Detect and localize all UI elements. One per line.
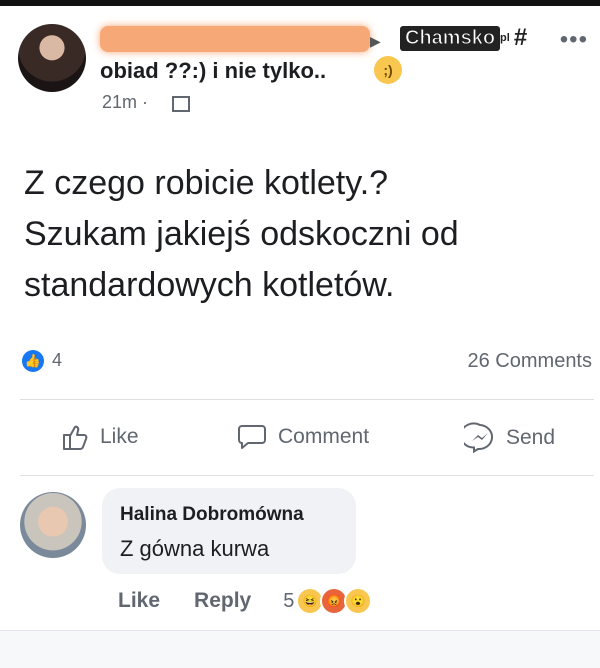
comment-reaction-count[interactable]: 5 bbox=[283, 590, 294, 613]
reaction-stats: 👍 4 26 Comments bbox=[22, 348, 592, 374]
comment-actions: Like Reply 5 😆 😡 😮 bbox=[118, 586, 373, 616]
group-name[interactable]: obiad ??:) i nie tylko.. bbox=[100, 58, 326, 84]
wink-emoji: ;) bbox=[374, 56, 402, 84]
comment-reply-button[interactable]: Reply bbox=[194, 589, 251, 613]
watermark-text: Chamsko bbox=[400, 25, 501, 51]
post-text-line: Z czego robicie kotlety.? bbox=[24, 164, 389, 202]
wow-reaction-icon: 😮 bbox=[344, 587, 373, 615]
like-label: Like bbox=[100, 425, 139, 448]
top-border bbox=[0, 0, 600, 6]
commenter-avatar[interactable] bbox=[20, 492, 86, 558]
divider bbox=[20, 475, 594, 476]
post-text-line: standardowych kotletów. bbox=[24, 266, 395, 304]
comment-icon bbox=[238, 425, 266, 449]
comment: Halina Dobromówna Z gówna kurwa Like Rep… bbox=[20, 488, 590, 628]
divider bbox=[20, 399, 594, 400]
bottom-bar bbox=[0, 630, 600, 668]
comment-bubble: Halina Dobromówna Z gówna kurwa bbox=[102, 488, 356, 574]
messenger-icon bbox=[464, 422, 493, 454]
redacted-poster-name bbox=[100, 26, 370, 52]
send-button[interactable]: Send bbox=[464, 422, 555, 454]
send-label: Send bbox=[506, 426, 556, 449]
watermark-logo: Chamsko pl # bbox=[394, 22, 533, 54]
commenter-name[interactable]: Halina Dobromówna bbox=[120, 504, 304, 526]
watermark-suffix: pl bbox=[500, 32, 510, 44]
post-text-line: Szukam jakiejś odskoczni od bbox=[24, 215, 459, 253]
comment-text: Z gówna kurwa bbox=[120, 536, 270, 561]
post-header: ▶ Chamsko pl # ••• obiad ??:) i nie tylk… bbox=[18, 18, 588, 118]
group-icon bbox=[172, 96, 190, 112]
comments-count[interactable]: 26 Comments bbox=[468, 350, 593, 373]
comment-like-button[interactable]: Like bbox=[118, 589, 160, 613]
like-icon bbox=[63, 425, 88, 450]
comment-label: Comment bbox=[278, 425, 370, 448]
poster-avatar[interactable] bbox=[18, 24, 86, 92]
like-count[interactable]: 4 bbox=[52, 350, 62, 371]
arrow-right-icon: ▶ bbox=[370, 33, 381, 49]
more-icon[interactable]: ••• bbox=[560, 26, 588, 54]
comment-button[interactable]: Comment bbox=[236, 422, 369, 452]
post-timestamp[interactable]: 21m · bbox=[102, 92, 148, 113]
like-button[interactable]: Like bbox=[60, 422, 139, 452]
hash-icon: # bbox=[513, 24, 528, 51]
like-badge-icon[interactable]: 👍 bbox=[22, 350, 44, 372]
post-actions: Like Comment Send bbox=[0, 404, 600, 472]
post-body: Z czego robicie kotlety.? Szukam jakiejś… bbox=[24, 158, 584, 311]
